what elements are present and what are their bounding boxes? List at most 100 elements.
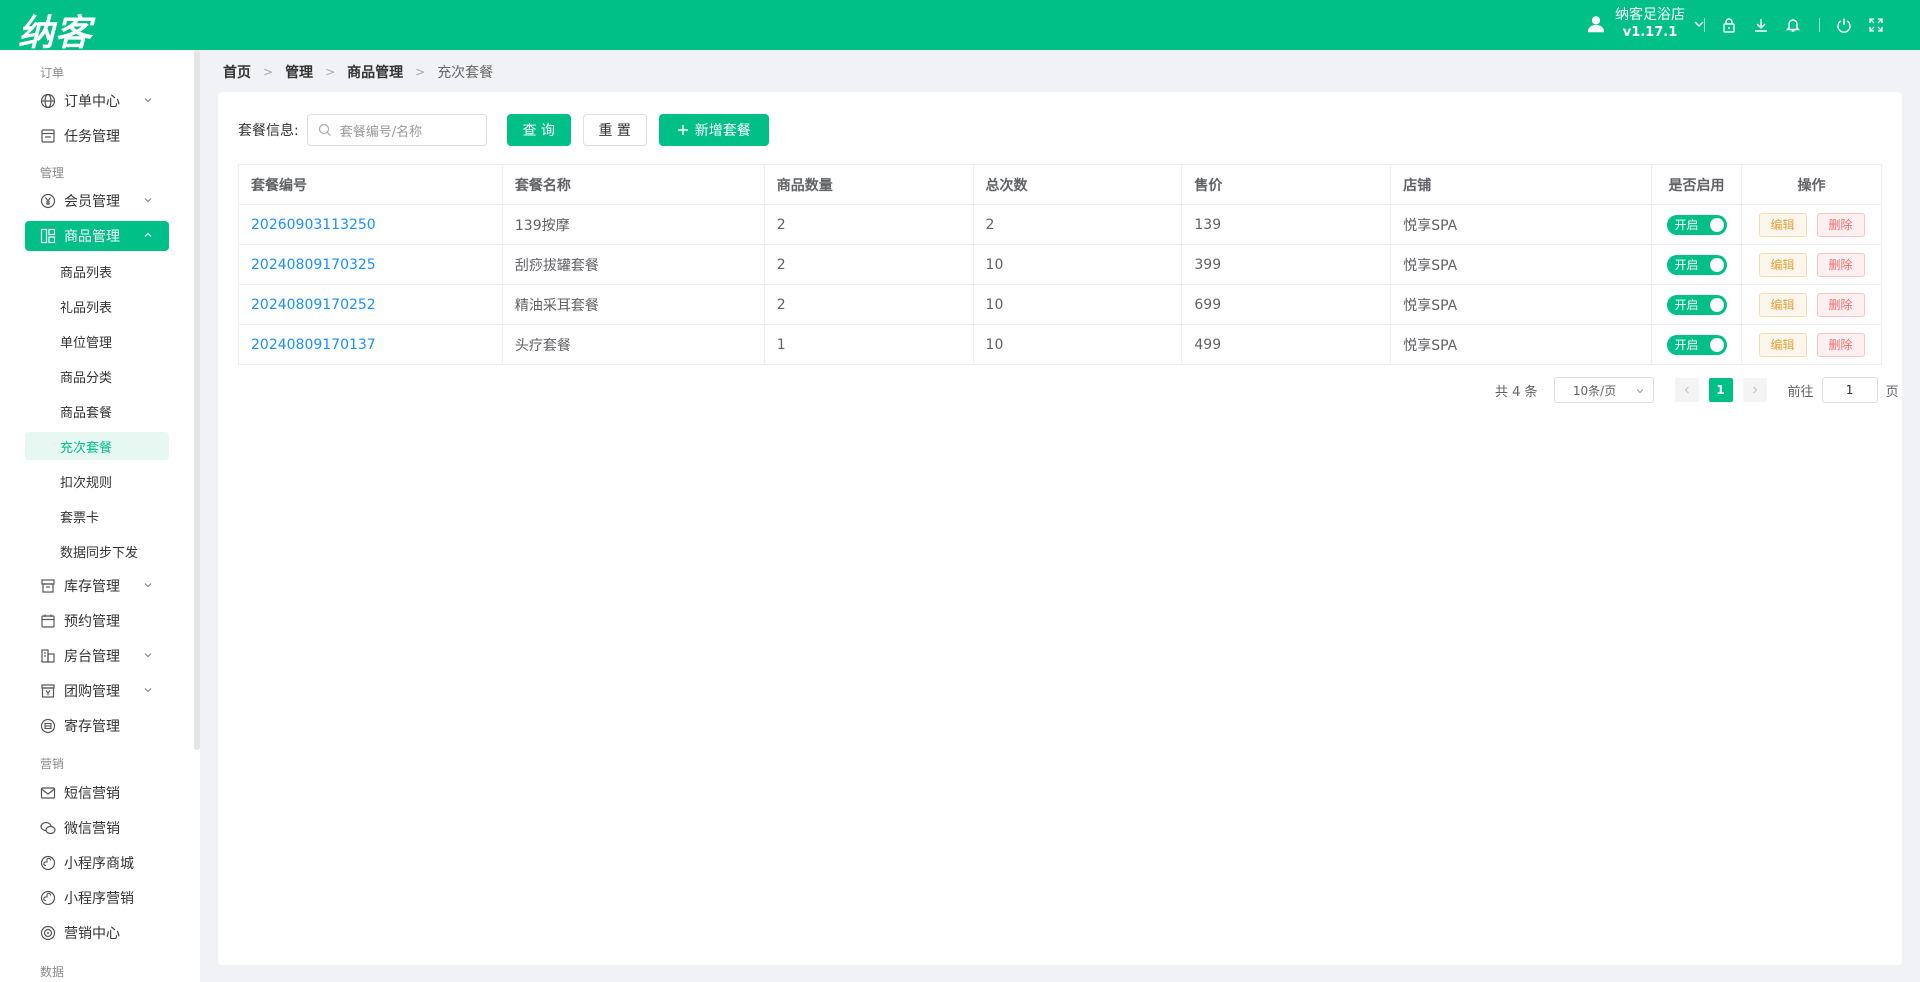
- edit-button[interactable]: 编辑: [1758, 212, 1807, 237]
- sidebar-item-label: 订单中心: [64, 94, 120, 110]
- calendar-icon: [41, 614, 55, 628]
- sidebar-item-label: 预约管理: [64, 614, 120, 630]
- toggle-knob: [1709, 297, 1724, 312]
- sidebar-subitem-data-sync[interactable]: 数据同步下发: [25, 537, 169, 565]
- fullscreen-icon[interactable]: [1866, 15, 1886, 35]
- lock-icon[interactable]: [1719, 15, 1739, 35]
- plus-icon: [677, 125, 688, 135]
- search-placeholder: 套餐编号/名称: [339, 124, 423, 140]
- price: 699: [1181, 284, 1392, 325]
- chevron-right-icon: >: [325, 65, 336, 79]
- sidebar-subitem-deduct-rule[interactable]: 扣次规则: [25, 467, 169, 495]
- edit-button[interactable]: 编辑: [1758, 252, 1807, 277]
- package-code-link[interactable]: 20240809170137: [238, 324, 503, 365]
- toggle-knob: [1709, 257, 1724, 272]
- sidebar-subitem-goods-category[interactable]: 商品分类: [25, 362, 169, 390]
- top-bar: 纳客 纳客足浴店 v1.17.1: [0, 0, 1920, 54]
- page-suffix: 页: [1885, 384, 1899, 400]
- sidebar-item-label: 会员管理: [64, 194, 120, 210]
- query-button[interactable]: 查 询: [506, 114, 571, 146]
- sidebar-item-miniapp-mall[interactable]: 小程序商城: [25, 848, 169, 878]
- prev-page-button[interactable]: [1674, 378, 1699, 402]
- chevron-right-icon: >: [263, 65, 274, 79]
- breadcrumb-manage[interactable]: 管理: [285, 62, 313, 82]
- column-header: 操作: [1741, 164, 1882, 205]
- sidebar-item-room-manage[interactable]: 房台管理: [25, 641, 169, 671]
- chevron-left-icon: [1684, 386, 1689, 394]
- package-code-link[interactable]: 20260903113250: [238, 204, 503, 245]
- sidebar-item-booking-manage[interactable]: 预约管理: [25, 606, 169, 636]
- sidebar-subitem-unit-manage[interactable]: 单位管理: [25, 327, 169, 355]
- toggle-knob: [1709, 217, 1724, 232]
- sidebar-subitem-goods-list[interactable]: 商品列表: [25, 257, 169, 285]
- sidebar-item-label: 营销中心: [64, 926, 120, 942]
- add-package-button[interactable]: 新增套餐: [658, 114, 769, 146]
- sidebar-scrollbar[interactable]: [194, 50, 200, 750]
- box-icon: [41, 579, 55, 593]
- sidebar-subitem-goods-package[interactable]: 商品套餐: [25, 397, 169, 425]
- enabled-toggle[interactable]: 开启: [1666, 254, 1727, 275]
- sidebar-item-wechat-marketing[interactable]: 微信营销: [25, 813, 169, 843]
- enabled-toggle[interactable]: 开启: [1666, 334, 1727, 355]
- power-icon[interactable]: [1834, 15, 1854, 35]
- page-size-value: 10条/页: [1572, 383, 1617, 398]
- page-size-select[interactable]: 10条/页: [1553, 377, 1654, 403]
- search-input[interactable]: 套餐编号/名称: [306, 114, 487, 146]
- enabled-toggle[interactable]: 开启: [1666, 214, 1727, 235]
- chevron-right-icon: [1752, 386, 1757, 394]
- sidebar-item-label: 微信营销: [64, 821, 120, 837]
- total-times: 10: [972, 244, 1183, 285]
- sidebar-item-label: 库存管理: [64, 579, 120, 595]
- column-header: 售价: [1181, 164, 1392, 205]
- sidebar-subitem-gift-list[interactable]: 礼品列表: [25, 292, 169, 320]
- column-header: 店铺: [1390, 164, 1653, 205]
- package-code-link[interactable]: 20240809170252: [238, 284, 503, 325]
- chevron-down-icon: [144, 688, 152, 693]
- chevron-down-icon: [144, 583, 152, 588]
- sidebar-item-marketing-center[interactable]: 营销中心: [25, 918, 169, 948]
- total-times: 10: [972, 284, 1183, 325]
- sidebar-item-miniapp-marketing[interactable]: 小程序营销: [25, 883, 169, 913]
- sidebar-item-group-buy[interactable]: 团购管理: [25, 676, 169, 706]
- edit-button[interactable]: 编辑: [1758, 332, 1807, 357]
- sidebar-item-sms-marketing[interactable]: 短信营销: [25, 778, 169, 808]
- user-icon: [1587, 16, 1605, 33]
- sidebar-item-member-manage[interactable]: 会员管理: [25, 186, 169, 216]
- package-code-link[interactable]: 20240809170325: [238, 244, 503, 285]
- reset-button[interactable]: 重 置: [582, 114, 647, 146]
- sidebar-item-order-center[interactable]: 订单中心: [25, 86, 169, 116]
- goto-page-input[interactable]: 1: [1821, 377, 1878, 403]
- sidebar-subitem-recharge-package[interactable]: 充次套餐: [25, 432, 169, 460]
- divider: [1819, 18, 1820, 32]
- sidebar-item-task-manage[interactable]: 任务管理: [25, 121, 169, 151]
- sidebar-subitem-ticket-card[interactable]: 套票卡: [25, 502, 169, 530]
- breadcrumb-home[interactable]: 首页: [223, 62, 251, 82]
- download-icon[interactable]: [1751, 15, 1771, 35]
- breadcrumb-goods-manage[interactable]: 商品管理: [347, 62, 403, 82]
- goods-qty: 2: [763, 204, 974, 245]
- yen-circle-icon: [40, 193, 56, 209]
- app-logo[interactable]: 纳客: [18, 4, 92, 56]
- total-count: 共 4 条: [1495, 384, 1538, 400]
- sidebar-item-label: 寄存管理: [64, 719, 120, 735]
- app-version: v1.17.1: [1622, 25, 1678, 40]
- sidebar-item-stock-manage[interactable]: 库存管理: [25, 571, 169, 601]
- delete-button[interactable]: 删除: [1816, 212, 1865, 237]
- edit-button[interactable]: 编辑: [1758, 292, 1807, 317]
- table-row: 20240809170137 头疗套餐 1 10 499 悦享SPA 开启 编辑…: [238, 324, 1882, 365]
- goods-qty: 2: [763, 284, 974, 325]
- package-table: 套餐编号 套餐名称 商品数量 总次数 售价 店铺 是否启用 操作 2026090…: [238, 164, 1882, 365]
- toggle-label: 开启: [1674, 258, 1699, 272]
- divider: [1704, 18, 1705, 32]
- delete-button[interactable]: 删除: [1816, 332, 1865, 357]
- bell-icon[interactable]: [1783, 15, 1803, 35]
- next-page-button[interactable]: [1742, 378, 1767, 402]
- group-label-data: 数据: [40, 965, 65, 979]
- enabled-toggle[interactable]: 开启: [1666, 294, 1727, 315]
- page-number-button[interactable]: 1: [1708, 378, 1733, 402]
- delete-button[interactable]: 删除: [1816, 252, 1865, 277]
- sidebar-item-deposit-manage[interactable]: 寄存管理: [25, 711, 169, 741]
- delete-button[interactable]: 删除: [1816, 292, 1865, 317]
- user-menu[interactable]: 纳客足浴店 v1.17.1: [1585, 6, 1705, 42]
- sidebar-item-goods-manage[interactable]: 商品管理: [25, 221, 169, 251]
